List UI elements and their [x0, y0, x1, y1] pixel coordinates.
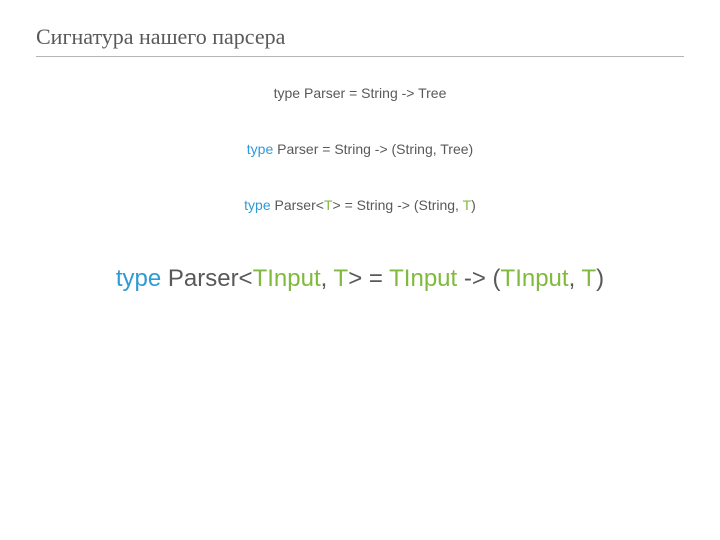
code-text: > = [348, 265, 389, 292]
signature-line-2: type Parser = String -> (String, Tree) [36, 141, 684, 157]
type-param: T [324, 197, 333, 213]
type-param: T [581, 265, 596, 292]
slide: Сигнатура нашего парсера type Parser = S… [0, 0, 720, 540]
type-param: T [463, 197, 472, 213]
type-param: TInput [501, 265, 569, 292]
type-param: TInput [253, 265, 321, 292]
keyword-type: type [244, 197, 270, 213]
code-text: Parser< [161, 265, 252, 292]
type-param: TInput [389, 265, 457, 292]
page-title: Сигнатура нашего парсера [36, 24, 684, 50]
signature-line-3: type Parser<T> = String -> (String, T) [36, 197, 684, 213]
code-text: Parser = String -> (String, Tree) [273, 141, 473, 157]
code-text: > = String -> (String, [333, 197, 463, 213]
signature-line-4: type Parser<TInput, T> = TInput -> (TInp… [36, 265, 684, 293]
signature-line-1: type Parser = String -> Tree [36, 85, 684, 101]
code-text: ) [471, 197, 476, 213]
title-divider [36, 56, 684, 57]
code-text: Parser< [271, 197, 324, 213]
code-text: , [321, 265, 334, 292]
code-text: -> ( [457, 265, 500, 292]
code-text: , [569, 265, 582, 292]
type-param: T [334, 265, 349, 292]
code-lines: type Parser = String -> Tree type Parser… [36, 85, 684, 293]
keyword-type: type [116, 265, 161, 292]
code-text: ) [596, 265, 604, 292]
code-text: type Parser = String -> Tree [274, 85, 447, 101]
keyword-type: type [247, 141, 273, 157]
